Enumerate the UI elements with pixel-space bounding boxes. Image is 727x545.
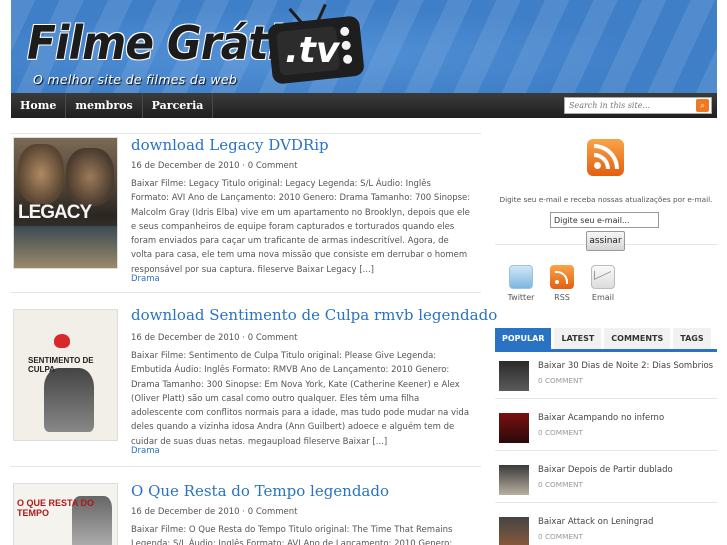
tv-knobs: [339, 26, 356, 69]
site-logo[interactable]: Filme Grátis: [27, 16, 306, 70]
popular-thumbnail[interactable]: [499, 361, 529, 391]
nav-item-parceria[interactable]: Parceria: [143, 93, 214, 118]
nav-item-home[interactable]: Home: [11, 93, 67, 118]
post-comments-link[interactable]: 0 Comment: [248, 161, 298, 171]
main-navigation: Home membros Parceria ⌕: [11, 93, 717, 118]
popular-title-link[interactable]: Baixar Attack on Leningrad: [538, 517, 653, 527]
poster-title-text: SENTIMENTO DE CULPA: [28, 356, 94, 374]
tab-popular[interactable]: POPULAR: [495, 328, 552, 349]
subscribe-button[interactable]: assinar: [586, 231, 625, 251]
popular-comment-count: 0 COMMENT: [538, 532, 583, 541]
nav-item-membros[interactable]: membros: [66, 93, 143, 118]
search-input[interactable]: [565, 98, 693, 113]
post-thumbnail[interactable]: SENTIMENTO DE CULPA: [13, 309, 118, 441]
social-email-link[interactable]: Email: [583, 265, 623, 302]
social-label: RSS: [554, 293, 570, 302]
site-header: Filme Grátis .tv O melhor site de filmes…: [11, 0, 717, 93]
popular-thumbnail[interactable]: [499, 517, 529, 545]
resta-poster-image: O QUE RESTA DO TEMPO: [14, 484, 117, 545]
subscribe-widget: Digite seu e-mail e receba nossas atuali…: [495, 135, 717, 251]
post-excerpt: Baixar Filme: O Que Resta do Tempo Titul…: [131, 525, 453, 545]
post-item: O QUE RESTA DO TEMPO O Que Resta do Temp…: [11, 466, 481, 545]
social-links: Twitter RSS Email: [495, 255, 717, 315]
popular-thumbnail[interactable]: [499, 465, 529, 495]
culpa-poster-image: SENTIMENTO DE CULPA: [14, 310, 117, 440]
post-comments-link[interactable]: 0 Comment: [248, 333, 298, 343]
post-comments-link[interactable]: 0 Comment: [248, 507, 298, 517]
rss-icon: [550, 265, 574, 289]
sidebar-tabs: POPULAR LATEST COMMENTS TAGS: [495, 328, 717, 352]
post-date: 16 de December de 2010: [131, 161, 240, 171]
popular-comment-count: 0 COMMENT: [538, 376, 583, 385]
social-rss-link[interactable]: RSS: [542, 265, 582, 302]
post-title-link[interactable]: download Sentimento de Culpa rmvb legend…: [131, 306, 497, 324]
tab-comments[interactable]: COMMENTS: [604, 328, 671, 349]
post-excerpt: Baixar Filme: Sentimento de Culpa Titulo…: [131, 351, 470, 447]
popular-item: Baixar Acampando no inferno 0 COMMENT: [495, 407, 717, 451]
email-icon: [591, 265, 615, 289]
post-thumbnail[interactable]: O QUE RESTA DO TEMPO: [13, 483, 118, 545]
social-twitter-link[interactable]: Twitter: [501, 265, 541, 302]
search-icon[interactable]: ⌕: [696, 99, 709, 112]
post-thumbnail[interactable]: LEGACY: [13, 137, 118, 269]
popular-title-link[interactable]: Baixar 30 Dias de Noite 2: Dias Sombrios: [538, 361, 713, 371]
post-date: 16 de December de 2010: [131, 507, 240, 517]
site-tagline: O melhor site de filmes da web: [33, 72, 238, 87]
popular-item: Baixar Attack on Leningrad 0 COMMENT: [495, 511, 717, 545]
email-field[interactable]: [550, 212, 659, 228]
post-category-link[interactable]: Drama: [131, 446, 160, 456]
popular-item: Baixar Depois de Partir dublado 0 COMMEN…: [495, 459, 717, 503]
popular-item: Baixar 30 Dias de Noite 2: Dias Sombrios…: [495, 355, 717, 399]
post-item: SENTIMENTO DE CULPA download Sentimento …: [11, 292, 497, 467]
search-box: ⌕: [564, 97, 712, 114]
subscribe-description: Digite seu e-mail e receba nossas atuali…: [499, 195, 713, 204]
popular-title-link[interactable]: Baixar Acampando no inferno: [538, 413, 664, 423]
tab-latest[interactable]: LATEST: [554, 328, 602, 349]
post-excerpt: Baixar Filme: Legacy Titulo original: Le…: [131, 179, 471, 275]
popular-comment-count: 0 COMMENT: [538, 480, 583, 489]
post-meta: 16 de December de 2010 · 0 Comment: [131, 161, 298, 171]
post-item: LEGACY download Legacy DVDRip 16 de Dece…: [11, 133, 481, 298]
social-label: Twitter: [507, 293, 535, 302]
social-label: Email: [591, 293, 615, 302]
site-logo-extension: .tv: [285, 30, 340, 71]
tab-tags[interactable]: TAGS: [673, 328, 711, 349]
legacy-poster-image: LEGACY: [14, 138, 117, 268]
post-category-link[interactable]: Drama: [131, 274, 160, 284]
post-title-link[interactable]: download Legacy DVDRip: [131, 136, 329, 154]
twitter-icon: [509, 265, 533, 289]
post-date: 16 de December de 2010: [131, 333, 240, 343]
poster-title-text: LEGACY: [18, 202, 92, 223]
rss-feed-icon[interactable]: [587, 139, 624, 176]
poster-title-text: O QUE RESTA DO TEMPO: [17, 498, 95, 518]
post-title-link[interactable]: O Que Resta do Tempo legendado: [131, 482, 389, 500]
popular-title-link[interactable]: Baixar Depois de Partir dublado: [538, 465, 673, 475]
post-meta: 16 de December de 2010 · 0 Comment: [131, 507, 298, 517]
popular-thumbnail[interactable]: [499, 413, 529, 443]
popular-comment-count: 0 COMMENT: [538, 428, 583, 437]
post-meta: 16 de December de 2010 · 0 Comment: [131, 333, 298, 343]
